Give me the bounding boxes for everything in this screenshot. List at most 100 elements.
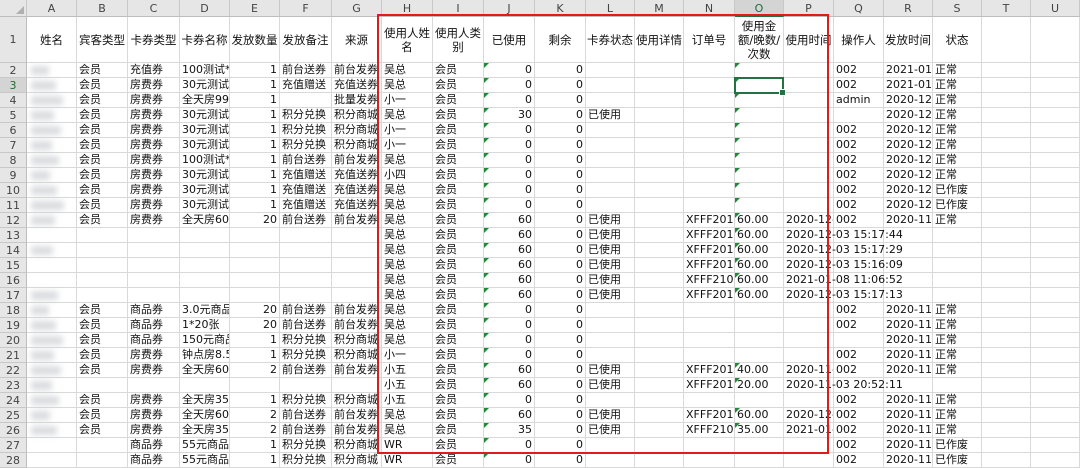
cell-i[interactable]: 会员 xyxy=(433,228,484,243)
cell-e[interactable] xyxy=(230,258,280,273)
cell-e[interactable]: 20 xyxy=(230,303,280,318)
cell-i[interactable]: 会员 xyxy=(433,138,484,153)
cell-s[interactable]: 正常 xyxy=(933,408,982,423)
cell-h[interactable]: 吴总 xyxy=(382,108,433,123)
cell-d[interactable]: 30元测试1 xyxy=(180,168,230,183)
cell-d[interactable]: 钟点房8.5 xyxy=(180,348,230,363)
cell-i[interactable]: 会员 xyxy=(433,393,484,408)
cell-o[interactable] xyxy=(735,93,784,108)
empty-cell[interactable] xyxy=(982,123,1031,138)
cell-s[interactable] xyxy=(933,378,982,393)
cell-b[interactable]: 会员 xyxy=(77,93,128,108)
cell-i[interactable]: 会员 xyxy=(433,348,484,363)
cell-c[interactable]: 房费券 xyxy=(128,153,180,168)
cell-c[interactable]: 房费券 xyxy=(128,138,180,153)
cell-i[interactable]: 会员 xyxy=(433,153,484,168)
cell-g[interactable] xyxy=(332,228,382,243)
cell-k[interactable]: 0 xyxy=(535,303,586,318)
cell-p[interactable] xyxy=(784,138,834,153)
cell-o[interactable]: 60.00 xyxy=(735,228,784,243)
empty-cell[interactable] xyxy=(1031,63,1080,78)
cell-m[interactable] xyxy=(635,333,684,348)
cell-c[interactable] xyxy=(128,273,180,288)
cell-m[interactable] xyxy=(635,213,684,228)
cell-d[interactable]: 30元测试1 xyxy=(180,198,230,213)
cell-f[interactable]: 前台送券 xyxy=(280,363,332,378)
cell-n[interactable] xyxy=(684,168,735,183)
cell-l[interactable]: 已使用 xyxy=(586,423,635,438)
cell-i[interactable]: 会员 xyxy=(433,198,484,213)
cell-n[interactable] xyxy=(684,438,735,453)
cell-j[interactable]: 0 xyxy=(484,63,535,78)
cell-d[interactable]: 全天房60 xyxy=(180,363,230,378)
cell-a[interactable] xyxy=(27,258,77,273)
cell-d[interactable] xyxy=(180,273,230,288)
cell-h[interactable]: WR xyxy=(382,438,433,453)
header-cell-g[interactable]: 来源 xyxy=(332,17,382,63)
cell-f[interactable] xyxy=(280,93,332,108)
cell-n[interactable] xyxy=(684,108,735,123)
cell-g[interactable]: 批量发券 xyxy=(332,93,382,108)
cell-b[interactable]: 会员 xyxy=(77,303,128,318)
cell-c[interactable] xyxy=(128,228,180,243)
row-header-19[interactable]: 19 xyxy=(0,318,27,333)
cell-j[interactable]: 0 xyxy=(484,138,535,153)
empty-cell[interactable] xyxy=(1031,378,1080,393)
cell-r[interactable]: 2021-01-0 xyxy=(884,78,933,93)
cell-p[interactable]: 2020-12-03 15:17:13 xyxy=(784,288,903,303)
header-cell-f[interactable]: 发放备注 xyxy=(280,17,332,63)
cell-s[interactable]: 正常 xyxy=(933,123,982,138)
cell-k[interactable]: 0 xyxy=(535,168,586,183)
empty-cell[interactable] xyxy=(982,243,1031,258)
cell-e[interactable]: 1 xyxy=(230,348,280,363)
cell-r[interactable]: 2020-11-0 xyxy=(884,333,933,348)
cell-l[interactable]: 已使用 xyxy=(586,243,635,258)
cell-g[interactable] xyxy=(332,258,382,273)
empty-cell[interactable] xyxy=(982,258,1031,273)
cell-n[interactable] xyxy=(684,453,735,468)
cell-i[interactable]: 会员 xyxy=(433,213,484,228)
cell-c[interactable]: 房费券 xyxy=(128,408,180,423)
empty-cell[interactable] xyxy=(982,198,1031,213)
cell-p[interactable]: 2021-01-0 xyxy=(784,423,834,438)
cell-g[interactable]: 积分商城 xyxy=(332,108,382,123)
cell-q[interactable]: 002 xyxy=(834,363,884,378)
cell-p[interactable]: 2020-11-0 xyxy=(784,363,834,378)
cell-p[interactable] xyxy=(784,93,834,108)
cell-h[interactable]: 吴总 xyxy=(382,408,433,423)
header-cell-r[interactable]: 发放时间 xyxy=(884,17,933,63)
cell-d[interactable]: 全天房60 xyxy=(180,213,230,228)
cell-g[interactable] xyxy=(332,288,382,303)
cell-e[interactable]: 1 xyxy=(230,438,280,453)
empty-cell[interactable] xyxy=(1031,108,1080,123)
cell-g[interactable]: 积分商城 xyxy=(332,393,382,408)
cell-b[interactable]: 会员 xyxy=(77,348,128,363)
cell-i[interactable]: 会员 xyxy=(433,318,484,333)
cell-k[interactable]: 0 xyxy=(535,288,586,303)
cell-i[interactable]: 会员 xyxy=(433,408,484,423)
cell-s[interactable] xyxy=(933,243,982,258)
cell-b[interactable]: 会员 xyxy=(77,333,128,348)
cell-k[interactable]: 0 xyxy=(535,393,586,408)
cell-o[interactable] xyxy=(735,78,784,93)
cell-j[interactable]: 0 xyxy=(484,198,535,213)
column-header-m[interactable]: M xyxy=(635,0,684,17)
cell-k[interactable]: 0 xyxy=(535,273,586,288)
cell-b[interactable] xyxy=(77,288,128,303)
cell-n[interactable]: XFFF2012 xyxy=(684,408,735,423)
cell-n[interactable]: XFFF2012 xyxy=(684,228,735,243)
empty-cell[interactable] xyxy=(1031,348,1080,363)
empty-cell[interactable] xyxy=(1031,363,1080,378)
cell-b[interactable]: 会员 xyxy=(77,63,128,78)
cell-s[interactable]: 正常 xyxy=(933,318,982,333)
cell-c[interactable]: 商品券 xyxy=(128,438,180,453)
row-header-24[interactable]: 24 xyxy=(0,393,27,408)
cell-q[interactable]: 002 xyxy=(834,198,884,213)
cell-r[interactable]: 2020-11-1 xyxy=(884,303,933,318)
cell-p[interactable] xyxy=(784,153,834,168)
cell-f[interactable]: 积分兑换 xyxy=(280,333,332,348)
empty-cell[interactable] xyxy=(982,78,1031,93)
cell-c[interactable]: 商品券 xyxy=(128,453,180,468)
cell-d[interactable]: 30元测试1 xyxy=(180,138,230,153)
row-header-27[interactable]: 27 xyxy=(0,438,27,453)
